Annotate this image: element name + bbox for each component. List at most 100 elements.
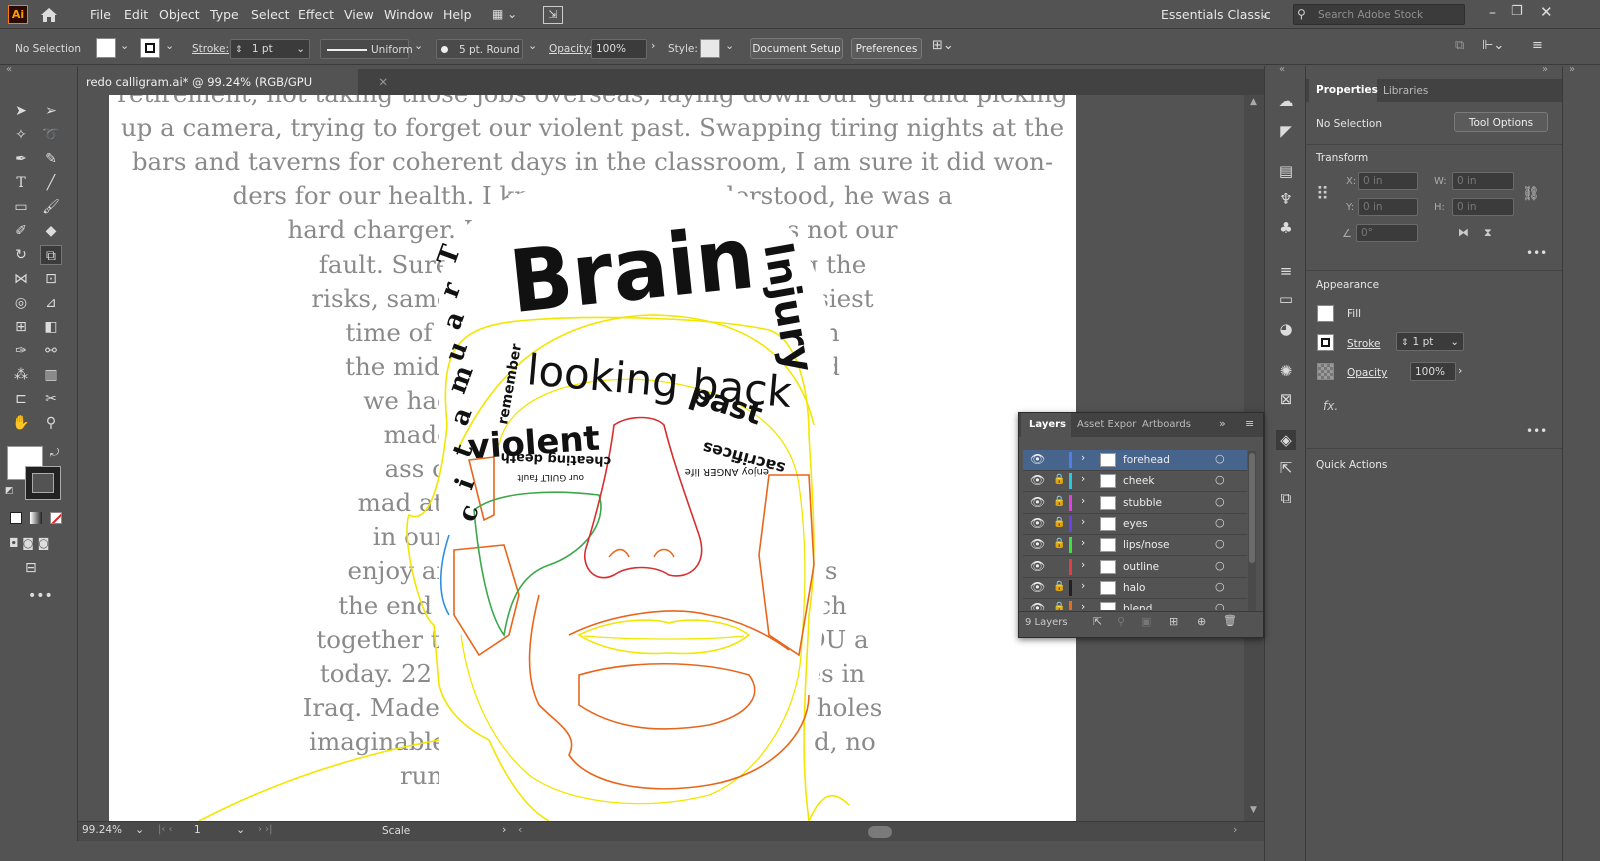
width-tool-icon[interactable]: ⋈ [10,269,32,289]
visibility-eye-icon[interactable]: 👁 [1030,495,1045,509]
y-field[interactable]: 0 in [1358,198,1418,216]
angle-field[interactable]: 0° [1356,224,1418,242]
target-circle-icon[interactable]: ○ [1215,495,1225,508]
opacity-arrow-icon[interactable]: › [651,39,655,52]
shaper-tool-icon[interactable]: ✐ [10,221,32,241]
tab-libraries[interactable]: Libraries [1383,85,1428,97]
stroke-label[interactable]: Stroke [1347,338,1380,350]
swatches-icon[interactable]: ◤ [1276,121,1296,141]
swap-colors-icon[interactable]: ⤾ [50,446,59,460]
brush-definition-select[interactable]: 5 pt. Round [436,39,523,59]
layer-name[interactable]: halo [1123,582,1145,594]
screen-mode-icon[interactable]: ⊟ [25,560,37,576]
menu-effect[interactable]: Effect [298,7,334,22]
scroll-right-icon[interactable]: › [1233,823,1237,836]
gradient-mode-icon[interactable] [30,512,42,524]
layer-row[interactable]: 👁 🔒 › cheek ○ [1023,471,1247,493]
chevron-right-icon[interactable]: › [1081,495,1085,507]
tab-layers[interactable]: Layers [1021,413,1071,437]
lock-icon[interactable]: 🔒 [1053,602,1065,610]
first-artboard-icon[interactable]: |‹ ‹ [158,824,173,835]
stroke-dropdown-chevron-icon[interactable]: ⌄ [165,39,174,52]
symbols-icon[interactable]: ♣ [1276,218,1296,238]
layer-row[interactable]: 👁 🔒 › halo ○ [1023,578,1247,599]
free-transform-tool-icon[interactable]: ⊡ [40,269,62,289]
image-trace-icon[interactable]: ⊠ [1276,389,1296,409]
pen-tool-icon[interactable]: ✒ [10,149,32,169]
chevron-right-icon[interactable]: › [1081,580,1085,592]
selection-tool-icon[interactable]: ➤ [10,101,32,121]
zoom-chevron-icon[interactable]: ⌄ [135,823,144,836]
artboard[interactable]: retirement, not taking those jobs overse… [109,95,1076,821]
restore-window-icon[interactable]: ❐ [1511,4,1523,19]
stroke-weight-field[interactable]: ⇕ 1 pt ⌄ [1396,332,1464,351]
scroll-up-icon[interactable]: ▲ [1250,97,1257,107]
brush-chevron-icon[interactable]: ⌄ [528,39,537,52]
gradient-panel-icon[interactable]: ▭ [1276,289,1296,309]
menu-help[interactable]: Help [443,7,472,22]
tab-asset-export[interactable]: Asset Expor [1077,419,1136,430]
none-mode-icon[interactable] [50,512,62,524]
menu-window[interactable]: Window [384,7,433,22]
stock-search-input[interactable]: ⚲ Search Adobe Stock [1293,4,1465,25]
tool-options-button[interactable]: Tool Options [1454,112,1548,132]
fx-icon[interactable]: fx. [1323,399,1338,413]
graphic-styles-icon[interactable]: ✺ [1276,361,1296,381]
more-options-icon[interactable]: ••• [1526,424,1547,438]
arrange-documents-icon[interactable]: ▦ ⌄ [492,7,526,23]
close-window-icon[interactable]: ✕ [1540,3,1553,21]
align-options-icon[interactable]: ⊞⌄ [932,38,954,53]
clipping-mask-icon[interactable]: ▣ [1141,615,1151,628]
chevron-right-icon[interactable]: › [1081,601,1085,610]
style-chevron-icon[interactable]: ⌄ [725,39,734,52]
opacity-label[interactable]: Opacity [1347,367,1387,379]
visibility-eye-icon[interactable]: 👁 [1030,580,1045,594]
visibility-eye-icon[interactable]: 👁 [1030,559,1045,573]
visibility-eye-icon[interactable]: 👁 [1030,601,1045,610]
opacity-arrow-icon[interactable]: › [1458,364,1462,377]
rectangle-tool-icon[interactable]: ▭ [10,197,32,217]
lock-icon[interactable]: 🔒 [1053,581,1065,592]
type-tool-icon[interactable]: T [10,173,32,193]
stroke-label[interactable]: Stroke: [192,43,229,55]
tab-artboards[interactable]: Artboards [1142,419,1191,430]
appearance-panel-icon[interactable]: ◕ [1276,319,1296,339]
profile-chevron-icon[interactable]: ⌄ [414,39,423,52]
scroll-down-icon[interactable]: ▼ [1250,805,1257,815]
export-icon[interactable]: ⇱ [1276,458,1296,478]
gpu-performance-icon[interactable]: ⇲ [543,6,563,24]
curvature-tool-icon[interactable]: ✎ [40,149,62,169]
artboard-chevron-icon[interactable]: ⌄ [236,823,245,836]
graphic-style-swatch[interactable] [700,39,720,58]
default-colors-icon[interactable]: ◩ [5,486,14,496]
stroke-swatch[interactable] [140,38,160,58]
layer-row[interactable]: 👁 › outline ○ [1023,557,1247,578]
locate-object-icon[interactable]: ⚲ [1117,615,1125,628]
appearance-opacity-icon[interactable] [1317,363,1334,380]
draw-mode-icon[interactable]: ◘ ◙ ◙ [9,536,49,550]
panel-menu-icon[interactable]: ≡ [1245,417,1254,430]
reference-point-icon[interactable]: ⠿ [1316,184,1329,205]
fill-dropdown-chevron-icon[interactable]: ⌄ [120,39,129,52]
menu-view[interactable]: View [344,7,374,22]
column-graph-tool-icon[interactable]: ▥ [40,365,62,385]
preferences-button[interactable]: Preferences [851,38,922,59]
rotate-tool-icon[interactable]: ↻ [10,245,32,265]
layer-name[interactable]: forehead [1123,454,1170,466]
transparency-icon[interactable]: ▤ [1276,161,1296,181]
lock-icon[interactable]: 🔒 [1053,496,1065,507]
target-circle-icon[interactable]: ○ [1215,473,1225,486]
target-circle-icon[interactable]: ○ [1215,452,1225,465]
w-field[interactable]: 0 in [1452,172,1514,190]
blend-tool-icon[interactable]: ⚯ [40,341,62,361]
magic-wand-tool-icon[interactable]: ✧ [10,125,32,145]
panel-menu-icon[interactable]: ≡ [1532,38,1543,53]
new-sublayer-icon[interactable]: ⊞ [1169,615,1178,628]
target-circle-icon[interactable]: ○ [1215,537,1225,550]
collapse-panel-icon[interactable]: « [6,64,12,75]
new-layer-icon[interactable]: ⊕ [1197,615,1206,628]
menu-select[interactable]: Select [251,7,290,22]
chevron-right-icon[interactable]: › [1081,516,1085,528]
stroke-panel-icon[interactable]: ≡ [1276,261,1296,281]
visibility-eye-icon[interactable]: 👁 [1030,473,1045,487]
